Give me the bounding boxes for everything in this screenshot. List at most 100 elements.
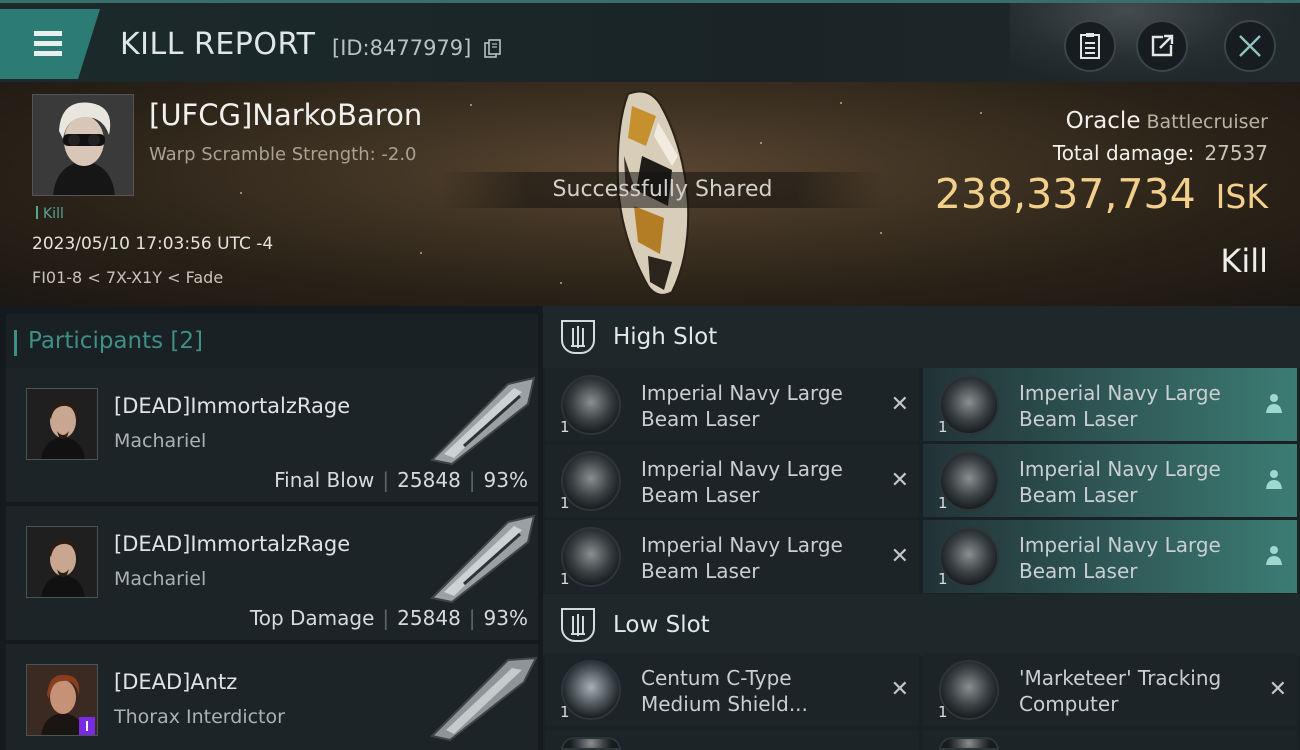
participant-percent: 93% [483, 468, 528, 492]
ship-name: Oracle [1065, 108, 1141, 134]
total-damage-value: 27537 [1204, 141, 1268, 165]
module-name-line2: Medium Shield... [641, 692, 808, 716]
top-bar: KILL REPORT [ID:8477979] [0, 0, 1300, 85]
share-icon [1151, 34, 1174, 57]
participant-row[interactable]: [DEAD]ImmortalzRage Machariel Final Blow… [6, 368, 538, 502]
participant-avatar[interactable] [26, 526, 98, 598]
share-toast: Successfully Shared [440, 172, 885, 208]
participant-ship: Machariel [114, 568, 207, 590]
module-item[interactable]: 1 Imperial Navy Large Beam Laser ✕ [545, 368, 919, 441]
participant-stats: Top Damage | 25848 | 93% [249, 606, 528, 630]
high-slot-header: High Slot [543, 306, 1300, 368]
close-button[interactable] [1224, 20, 1276, 72]
module-name-line1: Centum C-Type [641, 666, 792, 690]
module-quantity: 1 [938, 703, 948, 721]
module-item[interactable]: 1 Imperial Navy Large Beam Laser [923, 368, 1297, 441]
participant-avatar[interactable] [26, 664, 98, 736]
person-icon [1266, 546, 1282, 565]
shield-icon [561, 660, 621, 720]
x-icon: ✕ [890, 392, 909, 417]
module-item[interactable]: 1 Centum C-Type Medium Shield... ✕ [545, 653, 919, 726]
module-name-line2: Beam Laser [641, 407, 760, 431]
module-name-line2: Computer [1019, 692, 1119, 716]
participant-ship: Machariel [114, 430, 207, 452]
kill-tag: Kill [36, 206, 64, 222]
clipboard-button[interactable] [1064, 20, 1116, 72]
kill-location[interactable]: FI01-8 < 7X-X1Y < Fade [32, 268, 223, 287]
module-quantity: 1 [938, 418, 948, 436]
victim-avatar[interactable] [32, 94, 134, 196]
ship-class: Battlecruiser [1146, 111, 1268, 133]
module-name-line1: 'Marketeer' Tracking [1019, 666, 1222, 690]
module-quantity: 1 [560, 418, 570, 436]
participant-role: Top Damage [249, 606, 375, 630]
module-name: Imperial Navy Large Beam Laser [1019, 380, 1249, 432]
participant-ship: Thorax Interdictor [114, 706, 285, 728]
victim-ship[interactable]: Oracle Battlecruiser [1066, 108, 1268, 134]
x-icon: ✕ [1268, 677, 1287, 702]
participant-role: Final Blow [274, 468, 375, 492]
module-name-line1: Imperial Navy Large [641, 457, 843, 481]
participants-count: [2] [170, 328, 204, 354]
module-name-line2: Beam Laser [1019, 407, 1138, 431]
copy-icon[interactable] [484, 39, 502, 59]
module-item[interactable] [545, 730, 919, 750]
module-item[interactable]: 1 Imperial Navy Large Beam Laser [923, 520, 1297, 593]
participants-panel: Participants [2] [DEAD]ImmortalzRage Mac… [0, 306, 543, 750]
result-label: Kill [1220, 242, 1268, 280]
participant-damage: 25848 [397, 606, 461, 630]
participant-name[interactable]: [DEAD]Antz [114, 670, 237, 694]
kill-id: [ID:8477979] [332, 36, 472, 60]
share-button[interactable] [1136, 20, 1188, 72]
module-name: Centum C-Type Medium Shield... [641, 665, 871, 717]
participant-name[interactable]: [DEAD]ImmortalzRage [114, 394, 350, 418]
beam-laser-icon [561, 527, 621, 587]
module-item[interactable]: 1 Imperial Navy Large Beam Laser [923, 444, 1297, 517]
module-name-line1: Imperial Navy Large [641, 533, 843, 557]
participant-ship-image [430, 656, 538, 742]
module-quantity: 1 [938, 570, 948, 588]
module-quantity: 1 [560, 570, 570, 588]
participant-avatar[interactable] [26, 388, 98, 460]
low-slot-title: Low Slot [613, 612, 710, 638]
module-name-line2: Beam Laser [641, 559, 760, 583]
isk-amount: 238,337,734 [934, 170, 1196, 218]
hamburger-menu-icon[interactable] [0, 9, 100, 79]
module-item[interactable]: 1 'Marketeer' Tracking Computer ✕ [923, 653, 1297, 726]
participants-title: Participants [2] [13, 328, 204, 356]
module-name: Imperial Navy Large Beam Laser [1019, 532, 1249, 584]
module-icon [561, 737, 621, 750]
fitting-panel: High Slot 1 Imperial Navy Large Beam Lase… [543, 306, 1300, 750]
module-name: Imperial Navy Large Beam Laser [641, 456, 871, 508]
high-slot-icon [561, 320, 595, 354]
module-name-line2: Beam Laser [1019, 483, 1138, 507]
participant-name[interactable]: [DEAD]ImmortalzRage [114, 532, 350, 556]
low-slot-header: Low Slot [543, 594, 1300, 656]
participant-row[interactable]: [DEAD]ImmortalzRage Machariel Top Damage… [6, 506, 538, 640]
module-name-line1: Imperial Navy Large [641, 381, 843, 405]
page-title: KILL REPORT [120, 27, 316, 62]
module-item[interactable] [923, 730, 1297, 750]
module-name-line1: Imperial Navy Large [1019, 533, 1221, 557]
share-toast-text: Successfully Shared [552, 177, 773, 202]
participant-row[interactable]: [DEAD]Antz Thorax Interdictor [6, 644, 538, 750]
participant-stats: Final Blow | 25848 | 93% [274, 468, 528, 492]
clipboard-icon [1080, 33, 1100, 59]
beam-laser-icon [939, 451, 999, 511]
person-icon [1266, 470, 1282, 489]
module-item[interactable]: 1 Imperial Navy Large Beam Laser ✕ [545, 444, 919, 517]
high-slot-title: High Slot [613, 324, 718, 350]
module-name-line1: Imperial Navy Large [1019, 457, 1221, 481]
module-quantity: 1 [938, 494, 948, 512]
module-item[interactable]: 1 Imperial Navy Large Beam Laser ✕ [545, 520, 919, 593]
warp-scramble-strength: Warp Scramble Strength: -2.0 [149, 144, 417, 165]
victim-name[interactable]: [UFCG]NarkoBaron [149, 98, 422, 132]
module-name-line1: Imperial Navy Large [1019, 381, 1221, 405]
module-name-line2: Beam Laser [641, 483, 760, 507]
beam-laser-icon [561, 451, 621, 511]
low-slot-icon [561, 608, 595, 642]
participant-ship-image [429, 376, 536, 466]
x-icon: ✕ [890, 544, 909, 569]
module-name: Imperial Navy Large Beam Laser [641, 380, 871, 432]
module-name: Imperial Navy Large Beam Laser [1019, 456, 1249, 508]
